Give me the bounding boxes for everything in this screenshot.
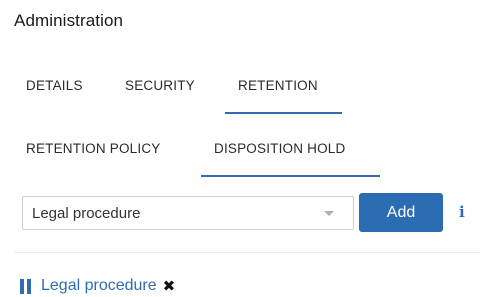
add-button[interactable]: Add (359, 193, 443, 232)
hold-label[interactable]: Legal procedure (41, 277, 157, 295)
tab-retention-policy[interactable]: RETENTION POLICY (26, 141, 160, 156)
pause-icon[interactable] (20, 278, 31, 294)
tab-details[interactable]: DETAILS (26, 78, 83, 93)
tab-disposition-hold[interactable]: DISPOSITION HOLD (214, 141, 345, 156)
info-icon[interactable]: i (459, 203, 465, 221)
chevron-down-icon (324, 211, 334, 216)
hold-select[interactable]: Legal procedure (22, 196, 354, 230)
hold-list-item: Legal procedure ✖ (20, 275, 175, 297)
tab-security[interactable]: SECURITY (125, 78, 195, 93)
hold-select-value: Legal procedure (32, 205, 141, 222)
tab-disposition-hold-underline (201, 175, 380, 177)
divider (14, 252, 480, 253)
tab-retention-underline (225, 112, 342, 114)
tab-retention[interactable]: RETENTION (238, 78, 318, 93)
remove-icon[interactable]: ✖ (163, 277, 176, 295)
page-title: Administration (14, 11, 124, 30)
